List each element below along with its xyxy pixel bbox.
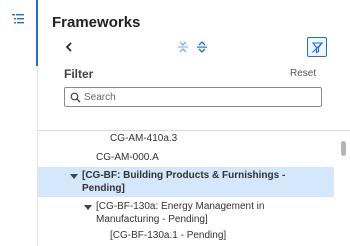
filter-toggle-button[interactable] [307, 37, 327, 57]
expand-all-icon[interactable] [195, 40, 209, 54]
tree-node-label: Manufacturing - Pending] [96, 214, 208, 225]
reset-button[interactable]: Reset [290, 68, 316, 79]
scrollbar-thumb[interactable] [341, 141, 346, 156]
active-rail-indicator [36, 0, 38, 66]
tree-node[interactable]: [CG-BF-130a.1 - Pending] [110, 230, 226, 242]
tree-node-label: [CG-BF-130a: Energy Management in [96, 201, 265, 212]
filter-off-icon [311, 41, 323, 53]
tree-node-selected[interactable]: [CG-BF: Building Products & Furnishings … [38, 167, 334, 197]
tree-node-label: Pending] [82, 183, 125, 194]
list-tree-icon[interactable] [11, 12, 25, 26]
collapse-all-icon[interactable] [176, 40, 190, 54]
tree-node-label: CG-AM-000.A [96, 152, 159, 163]
caret-down-icon[interactable] [84, 205, 92, 211]
tree-node-label: [CG-BF-130a.1 - Pending] [110, 230, 227, 241]
framework-tree: CG-AM-410a.3 CG-AM-000.A [CG-BF: Buildin… [38, 131, 341, 246]
search-field[interactable] [64, 87, 322, 107]
tree-node[interactable]: [CG-BF-130a: Energy Management in Manufa… [38, 199, 334, 227]
tree-node-label: [CG-BF: Building Products & Furnishings … [82, 170, 286, 181]
panel-title: Frameworks [52, 14, 141, 31]
filter-label: Filter [64, 67, 94, 81]
caret-down-icon[interactable] [70, 174, 78, 180]
tree-node-label: CG-AM-410a.3 [110, 133, 178, 144]
side-rail [0, 0, 38, 246]
search-icon [70, 92, 81, 103]
tree-node[interactable]: CG-AM-000.A [96, 152, 159, 164]
tree-node[interactable]: CG-AM-410a.3 [110, 133, 177, 145]
chevron-left-icon[interactable] [63, 40, 75, 54]
search-input[interactable] [84, 90, 314, 105]
